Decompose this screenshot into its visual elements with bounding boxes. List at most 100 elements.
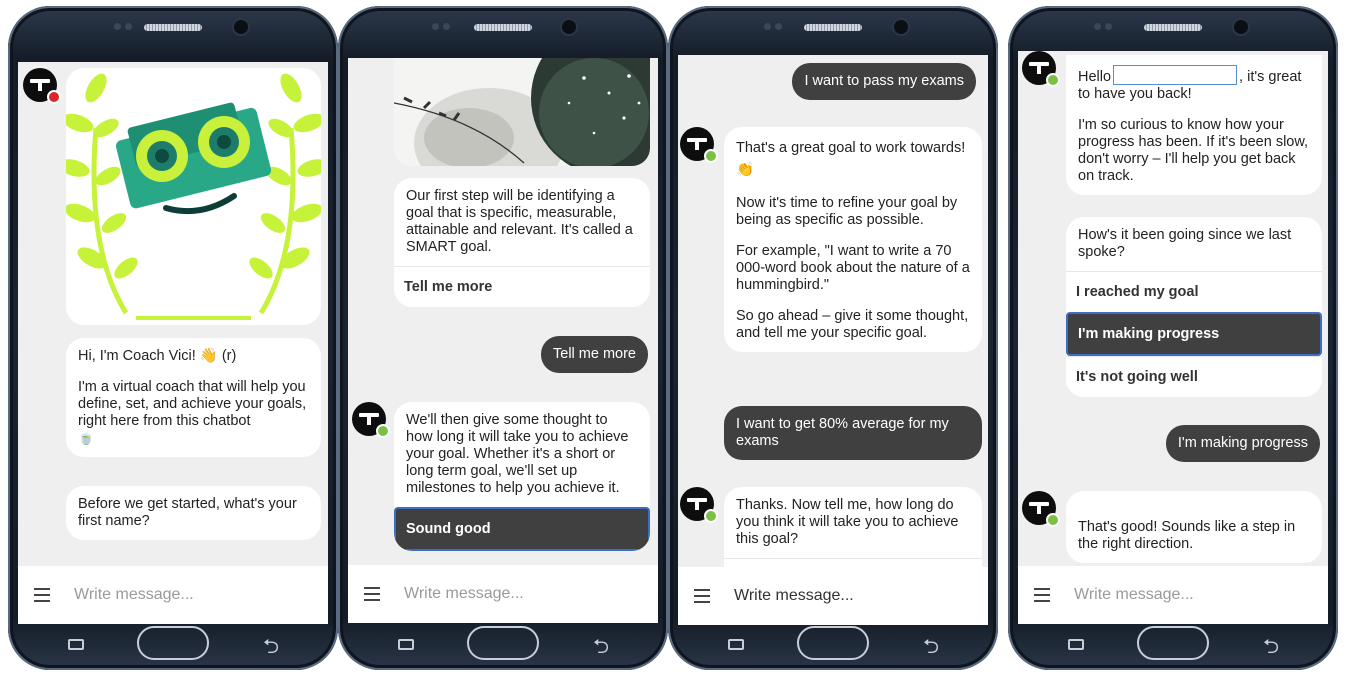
- user-reply-progress: I'm making progress: [1165, 425, 1320, 462]
- chat-screen-4: Hello, it's great to have you back! I'm …: [1018, 51, 1328, 624]
- good-reply-message: That's good! Sounds like a step in the r…: [1066, 491, 1322, 563]
- online-status-icon: [1046, 513, 1060, 527]
- coach-logo-icon: [359, 413, 379, 425]
- front-camera: [1234, 20, 1248, 34]
- phone-frame-2: Our first step will be identifying a goa…: [338, 6, 668, 670]
- sensor-dots: [114, 23, 136, 31]
- chat-screen-2: Our first step will be identifying a goa…: [348, 58, 658, 623]
- recent-apps-icon[interactable]: [68, 639, 84, 650]
- teacup-emoji-icon: 🍵: [78, 431, 95, 446]
- online-status-icon: [704, 149, 718, 163]
- coach-avatar: [680, 127, 718, 163]
- sensor-dots: [1094, 23, 1116, 31]
- sensor-dots: [764, 23, 786, 31]
- welcome-back-message: Hello, it's great to have you back! I'm …: [1066, 55, 1322, 195]
- phone-frame-4: Hello, it's great to have you back! I'm …: [1008, 6, 1338, 670]
- progress-check-card: How's it been going since we last spoke?…: [1066, 217, 1322, 397]
- smart-goal-text: Our first step will be identifying a goa…: [406, 188, 633, 255]
- message-input[interactable]: [404, 585, 604, 603]
- message-input[interactable]: Write message...: [734, 587, 854, 605]
- name-question-message: Before we get started, what's your first…: [66, 486, 321, 540]
- chat-thread: I want to pass my exams That's a great g…: [678, 55, 988, 567]
- recent-apps-icon[interactable]: [1068, 639, 1084, 650]
- front-camera: [894, 20, 908, 34]
- good-reply-text: That's good! Sounds like a step in the r…: [1078, 519, 1296, 552]
- coach-avatar: [1022, 491, 1060, 527]
- hamburger-menu-icon[interactable]: [1034, 588, 1050, 602]
- not-going-well-option[interactable]: It's not going well: [1066, 356, 1322, 397]
- home-button[interactable]: [797, 626, 869, 660]
- back-arrow-icon[interactable]: ⮌: [1263, 636, 1279, 656]
- earpiece: [1144, 24, 1202, 31]
- user-reply-tell-me-more: Tell me more: [541, 336, 648, 373]
- go-ahead-text: So go ahead – give it some thought, and …: [736, 308, 969, 341]
- back-arrow-icon[interactable]: ⮌: [923, 636, 939, 656]
- coach-avatar: [352, 402, 390, 438]
- online-status-icon: [704, 509, 718, 523]
- making-progress-option[interactable]: I'm making progress: [1066, 312, 1322, 356]
- example-text: For example, "I want to write a 70 000-w…: [736, 243, 970, 293]
- home-button[interactable]: [137, 626, 209, 660]
- watercolor-image-card: [394, 58, 650, 166]
- sensor-dots: [432, 23, 454, 31]
- coach-avatar: [1022, 51, 1060, 87]
- reached-goal-option[interactable]: I reached my goal: [1066, 271, 1322, 312]
- option-placeholder[interactable]: [724, 558, 982, 567]
- message-composer: Write message...: [678, 567, 988, 625]
- back-arrow-icon[interactable]: ⮌: [263, 636, 279, 656]
- coach-intro-message: Hi, I'm Coach Vici! 👋 (r) I'm a virtual …: [66, 338, 321, 457]
- user-goal-bubble: I want to pass my exams: [792, 63, 976, 100]
- message-input[interactable]: [74, 586, 274, 604]
- online-status-icon: [1046, 73, 1060, 87]
- coach-logo-icon: [1029, 62, 1049, 74]
- coach-avatar: [23, 68, 61, 104]
- coach-vici-robot-illustration: [66, 73, 321, 320]
- refine-goal-message: That's a great goal to work towards! 👏 N…: [724, 127, 982, 352]
- hamburger-menu-icon[interactable]: [694, 589, 710, 603]
- watercolor-illustration: [394, 58, 650, 166]
- message-composer: [1018, 566, 1328, 624]
- chat-thread: Our first step will be identifying a goa…: [348, 58, 658, 565]
- sound-good-option[interactable]: Sound good: [394, 507, 650, 551]
- message-input[interactable]: [1074, 586, 1274, 604]
- user-specific-goal-bubble: I want to get 80% average for my exams: [724, 406, 982, 460]
- hello-text: Hello: [1078, 69, 1112, 85]
- refine-text: Now it's time to refine your goal by bei…: [736, 195, 958, 228]
- curious-text: I'm so curious to know how your progress…: [1078, 117, 1309, 184]
- smart-goal-card: Our first step will be identifying a goa…: [394, 178, 650, 307]
- name-question-text: Before we get started, what's your first…: [78, 496, 297, 529]
- recent-apps-icon[interactable]: [398, 639, 414, 650]
- hamburger-menu-icon[interactable]: [34, 588, 50, 602]
- great-goal-text: That's a great goal to work towards! 👏: [736, 140, 966, 178]
- phone-frame-1: Hi, I'm Coach Vici! 👋 (r) I'm a virtual …: [8, 6, 338, 670]
- chat-screen-1: Hi, I'm Coach Vici! 👋 (r) I'm a virtual …: [18, 62, 328, 624]
- coach-logo-icon: [687, 498, 707, 510]
- how-going-text: How's it been going since we last spoke?: [1078, 227, 1292, 260]
- offline-status-icon: [47, 90, 61, 104]
- chat-screen-3: I want to pass my exams That's a great g…: [678, 55, 988, 625]
- earpiece: [144, 24, 202, 31]
- message-composer: [348, 565, 658, 623]
- home-button[interactable]: [1137, 626, 1209, 660]
- milestone-text: We'll then give some thought to how long…: [406, 412, 629, 496]
- earpiece: [474, 24, 532, 31]
- coach-logo-icon: [1029, 502, 1049, 514]
- recent-apps-icon[interactable]: [728, 639, 744, 650]
- earpiece: [804, 24, 862, 31]
- tell-me-more-option[interactable]: Tell me more: [394, 266, 650, 307]
- coach-logo-icon: [687, 138, 707, 150]
- front-camera: [234, 20, 248, 34]
- hamburger-menu-icon[interactable]: [364, 587, 380, 601]
- online-status-icon: [376, 424, 390, 438]
- home-button[interactable]: [467, 626, 539, 660]
- coach-vici-image-card: [66, 68, 321, 325]
- phone-frame-3: I want to pass my exams That's a great g…: [668, 6, 998, 670]
- chat-thread: Hello, it's great to have you back! I'm …: [1018, 51, 1328, 566]
- coach-avatar: [680, 487, 718, 523]
- back-arrow-icon[interactable]: ⮌: [593, 636, 609, 656]
- front-camera: [562, 20, 576, 34]
- milestone-card: We'll then give some thought to how long…: [394, 402, 650, 551]
- chat-thread: Hi, I'm Coach Vici! 👋 (r) I'm a virtual …: [18, 62, 328, 566]
- how-long-card: Thanks. Now tell me, how long do you thi…: [724, 487, 982, 567]
- how-long-text: Thanks. Now tell me, how long do you thi…: [736, 497, 959, 547]
